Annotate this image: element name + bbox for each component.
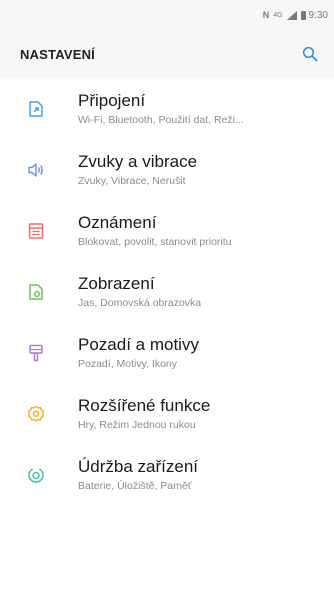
settings-item-advanced[interactable]: Rozšířené funkce Hry, Režim Jednou rukou — [0, 383, 334, 445]
item-subtitle: Pozadí, Motivy, Ikony — [78, 358, 178, 370]
speaker-icon — [24, 158, 48, 182]
item-subtitle: Blokovat, povolit, stanovit prioritu — [78, 236, 232, 248]
item-title: Zvuky a vibrace — [78, 152, 198, 171]
item-subtitle: Wi-Fi, Bluetooth, Použití dat, Reži... — [78, 114, 244, 126]
connections-icon — [24, 97, 48, 121]
page-title: NASTAVENÍ — [20, 46, 95, 62]
settings-item-display[interactable]: Zobrazení Jas, Domovská obrazovka — [0, 261, 334, 323]
nfc-icon: N — [262, 10, 270, 20]
search-icon — [302, 46, 318, 62]
item-title: Oznámení — [78, 213, 157, 232]
gear-icon — [24, 402, 48, 426]
status-bar: N 4G 9:30 — [0, 0, 334, 30]
item-text: Rozšířené funkce Hry, Režim Jednou rukou — [78, 395, 210, 433]
item-text: Připojení Wi-Fi, Bluetooth, Použití dat,… — [78, 90, 244, 128]
settings-item-notifications[interactable]: Oznámení Blokovat, povolit, stanovit pri… — [0, 200, 334, 262]
item-text: Zobrazení Jas, Domovská obrazovka — [78, 273, 201, 311]
item-title: Rozšířené funkce — [78, 396, 211, 415]
item-text: Zvuky a vibrace Zvuky, Vibrace, Nerušit — [78, 151, 197, 189]
item-title: Pozadí a motivy — [78, 335, 199, 354]
item-subtitle: Hry, Režim Jednou rukou — [78, 419, 196, 431]
item-subtitle: Zvuky, Vibrace, Nerušit — [78, 175, 186, 187]
notifications-icon — [24, 219, 48, 243]
settings-item-sounds[interactable]: Zvuky a vibrace Zvuky, Vibrace, Nerušit — [0, 139, 334, 201]
item-text: Údržba zařízení Baterie, Úložiště, Paměť — [78, 456, 198, 494]
item-title: Údržba zařízení — [78, 457, 198, 476]
clock: 9:30 — [308, 9, 328, 21]
settings-item-connections[interactable]: Připojení Wi-Fi, Bluetooth, Použití dat,… — [0, 78, 334, 140]
search-button[interactable] — [298, 42, 322, 66]
network-type-label: 4G — [273, 11, 283, 19]
app-header: NASTAVENÍ — [0, 30, 334, 78]
settings-item-wallpaper[interactable]: Pozadí a motivy Pozadí, Motivy, Ikony — [0, 322, 334, 384]
item-title: Zobrazení — [78, 274, 155, 293]
brush-icon — [24, 341, 48, 365]
maintenance-icon — [24, 463, 48, 487]
item-subtitle: Baterie, Úložiště, Paměť — [78, 480, 192, 492]
display-icon — [24, 280, 48, 304]
battery-icon — [300, 10, 306, 20]
settings-list: Připojení Wi-Fi, Bluetooth, Použití dat,… — [0, 78, 334, 592]
item-text: Oznámení Blokovat, povolit, stanovit pri… — [78, 212, 232, 250]
item-text: Pozadí a motivy Pozadí, Motivy, Ikony — [78, 334, 199, 372]
settings-item-maintenance[interactable]: Údržba zařízení Baterie, Úložiště, Paměť — [0, 444, 334, 506]
item-title: Připojení — [78, 91, 146, 110]
item-subtitle: Jas, Domovská obrazovka — [78, 297, 202, 309]
signal-icon — [286, 10, 297, 20]
